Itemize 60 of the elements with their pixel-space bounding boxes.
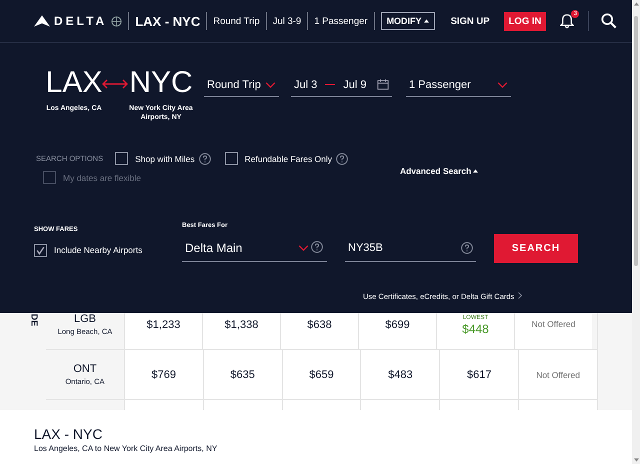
- checkbox[interactable]: [34, 244, 47, 256]
- passengers-dropdown[interactable]: 1 Passenger: [406, 73, 511, 97]
- dates-text: Jul 3-9: [272, 16, 302, 26]
- option-label: My dates are flexible: [63, 172, 141, 182]
- help-icon[interactable]: [311, 241, 323, 253]
- origin-code[interactable]: LAX: [46, 65, 102, 101]
- price-cell[interactable]: $635: [230, 368, 255, 380]
- sign-up-link[interactable]: SIGN UP: [450, 16, 490, 26]
- destination-code[interactable]: NYC: [129, 65, 193, 101]
- caret-icon: [473, 169, 478, 173]
- airport-code: LGB: [74, 313, 96, 325]
- fare-class-dropdown[interactable]: Delta Main: [182, 234, 327, 262]
- footer-route-subtitle: Los Angeles, CA to New York City Area Airports, NY: [34, 444, 218, 453]
- caret-icon: [424, 19, 429, 23]
- price-cell[interactable]: $769: [152, 368, 176, 380]
- trip-type-dropdown[interactable]: Round Trip: [204, 73, 279, 97]
- airport-code: ONT: [73, 363, 97, 375]
- checkbox[interactable]: [115, 152, 128, 165]
- scroll-down-icon[interactable]: [634, 458, 638, 462]
- side-label: DE: [29, 314, 40, 326]
- price-cell[interactable]: $1,233: [146, 319, 180, 331]
- price-cell[interactable]: $659: [309, 368, 334, 380]
- not-offered-text: Not Offered: [536, 370, 580, 380]
- route-title: LAX - NYC: [135, 14, 200, 28]
- chevron-right-icon: [518, 292, 522, 299]
- chevron-icon: [298, 244, 309, 250]
- calendar-icon: [377, 79, 389, 90]
- option-label: Shop with Miles: [135, 154, 195, 164]
- date-field[interactable]: Jul 3 Jul 9: [291, 73, 392, 97]
- scrollbar[interactable]: [632, 0, 640, 464]
- option-label: Refundable Fares Only: [244, 154, 332, 164]
- bell-icon[interactable]: [560, 13, 574, 29]
- help-icon[interactable]: [336, 152, 348, 164]
- chevron-icon: [497, 82, 508, 88]
- scroll-up-icon[interactable]: [634, 2, 638, 6]
- footer-route-title: LAX - NYC: [34, 426, 104, 442]
- advanced-search-link[interactable]: Advanced Search: [400, 166, 478, 176]
- price-cell[interactable]: $617: [466, 368, 492, 380]
- price-cell[interactable]: $1,338: [224, 319, 258, 331]
- swap-arrow-icon[interactable]: [102, 79, 128, 89]
- help-icon[interactable]: [198, 152, 211, 164]
- search-button[interactable]: SEARCH: [494, 234, 578, 263]
- not-offered-text: Not Offered: [532, 319, 576, 329]
- passengers-text: 1 Passenger: [314, 16, 368, 26]
- trip-type-text: Round Trip: [213, 16, 260, 26]
- price-cell[interactable]: $448: [462, 322, 489, 336]
- modify-button[interactable]: MODIFY: [380, 12, 435, 30]
- price-cell[interactable]: $483: [388, 368, 413, 380]
- price-cell[interactable]: $638: [307, 319, 332, 331]
- option-label: Include Nearby Airports: [54, 245, 142, 255]
- checkbox[interactable]: [224, 152, 238, 165]
- triangle-logo-icon: [34, 15, 50, 27]
- chevron-icon: [265, 82, 276, 88]
- log-in-button[interactable]: LOG IN: [504, 12, 546, 30]
- help-icon[interactable]: [461, 242, 473, 254]
- search-icon[interactable]: [601, 13, 618, 29]
- promo-code-field[interactable]: NY35B: [345, 234, 476, 262]
- logo-text[interactable]: DELTA: [54, 14, 108, 28]
- globe-icon: [111, 16, 122, 26]
- price-cell[interactable]: $699: [385, 319, 410, 331]
